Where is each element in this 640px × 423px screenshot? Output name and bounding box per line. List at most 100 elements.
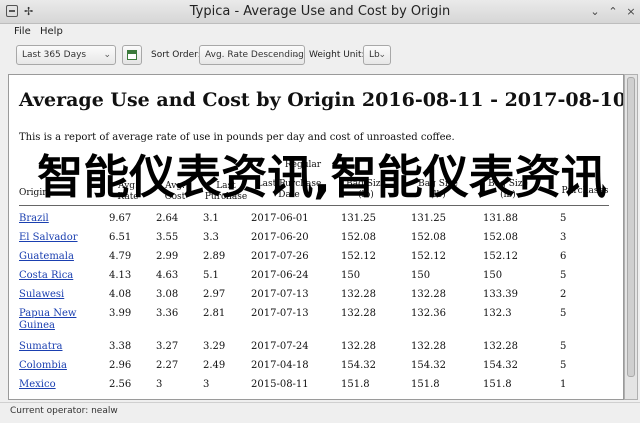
menu-bar: File Help (0, 24, 640, 42)
sort-order-label: Sort Order: (151, 50, 201, 60)
title-bar: ✢ Typica - Average Use and Cost by Origi… (0, 0, 640, 24)
table-cell: 2017-07-13 (251, 308, 309, 319)
table-cell: 3.55 (156, 232, 179, 243)
table-cell: 2017-06-20 (251, 232, 309, 243)
origin-link[interactable]: Brazil (19, 213, 83, 225)
table-cell: 2.89 (203, 251, 226, 262)
table-cell: 4.63 (156, 270, 179, 281)
table-cell: 5.1 (203, 270, 219, 281)
column-header-bag-size-1: Bag Size (lb) (346, 179, 386, 200)
sort-order-select[interactable]: Avg. Rate Descending ⌄ (199, 45, 305, 65)
sort-order-value: Avg. Rate Descending (205, 50, 304, 60)
calendar-button[interactable] (122, 45, 142, 65)
table-cell: 4.79 (109, 251, 132, 262)
table-cell: 154.32 (411, 360, 446, 371)
table-cell: 151.8 (341, 379, 370, 390)
table-cell: 2017-04-18 (251, 360, 309, 371)
chevron-down-icon: ⌄ (103, 50, 111, 60)
table-cell: 6 (560, 251, 567, 262)
table-cell: 3.38 (109, 341, 132, 352)
table-cell: 3.29 (203, 341, 226, 352)
close-icon[interactable]: × (624, 5, 638, 19)
origin-link[interactable]: Sulawesi (19, 289, 83, 301)
table-cell: 132.3 (483, 308, 512, 319)
header-divider (19, 205, 609, 206)
table-cell: 131.88 (483, 213, 518, 224)
origin-link[interactable]: Colombia (19, 360, 83, 372)
column-header-last-purchase-date: Last Purchase Date (256, 179, 322, 200)
table-cell: 3.27 (156, 341, 179, 352)
table-cell: 154.32 (341, 360, 376, 371)
vertical-scrollbar[interactable] (624, 74, 638, 400)
chevron-down-icon: ⌄ (292, 50, 300, 60)
table-cell: 2.81 (203, 308, 226, 319)
origin-link[interactable]: El Salvador (19, 232, 83, 244)
report-view[interactable]: Average Use and Cost by Origin 2016-08-1… (8, 74, 624, 400)
column-header-avg-rate: Avg. Rate (117, 181, 139, 202)
table-cell: 2017-07-24 (251, 341, 309, 352)
table-cell: 131.25 (341, 213, 376, 224)
table-cell: 132.28 (483, 341, 518, 352)
table-cell: 2.99 (156, 251, 179, 262)
table-cell: 5 (560, 360, 567, 371)
table-cell: 2015-08-11 (251, 379, 309, 390)
column-header-origin: Origin (19, 188, 48, 198)
date-range-select[interactable]: Last 365 Days ⌄ (16, 45, 116, 65)
table-cell: 3 (203, 379, 210, 390)
origin-link[interactable]: Papua New Guinea (19, 308, 83, 332)
table-cell: 2 (560, 289, 567, 300)
status-bar: Current operator: nealw (0, 402, 640, 423)
maximize-icon[interactable]: ⌃ (606, 5, 620, 19)
table-cell: 3.08 (156, 289, 179, 300)
table-cell: 132.36 (411, 308, 446, 319)
status-text: Current operator: nealw (10, 406, 118, 416)
column-header-avg-cost: Avg. Cost (164, 181, 186, 202)
report-description: This is a report of average rate of use … (19, 132, 455, 143)
table-cell: 132.28 (411, 289, 446, 300)
scrollbar-thumb[interactable] (627, 77, 635, 377)
table-cell: 132.28 (341, 308, 376, 319)
table-cell: 151.8 (411, 379, 440, 390)
table-cell: 151.8 (483, 379, 512, 390)
header-regular-fragment: Regular (284, 160, 322, 170)
menu-file[interactable]: File (14, 26, 31, 37)
table-cell: 3.36 (156, 308, 179, 319)
table-cell: 152.12 (341, 251, 376, 262)
table-cell: 133.39 (483, 289, 518, 300)
table-cell: 132.28 (411, 341, 446, 352)
table-cell: 3 (156, 379, 163, 390)
menu-help[interactable]: Help (40, 26, 63, 37)
column-header-bag-size-2: Bag Size (lb) (418, 179, 458, 200)
table-cell: 150 (483, 270, 503, 281)
table-cell: 5 (560, 213, 567, 224)
table-cell: 1 (560, 379, 567, 390)
origin-link[interactable]: Guatemala (19, 251, 83, 263)
toolbar: Last 365 Days ⌄ Sort Order: Avg. Rate De… (0, 42, 640, 72)
table-cell: 131.25 (411, 213, 446, 224)
table-cell: 152.08 (411, 232, 446, 243)
chevron-down-icon: ⌄ (378, 50, 386, 60)
table-cell: 9.67 (109, 213, 132, 224)
origin-link[interactable]: Mexico (19, 379, 83, 391)
column-header-bag-size-3: Bag Size (lb) (488, 179, 528, 200)
table-cell: 2.49 (203, 360, 226, 371)
table-cell: 6.51 (109, 232, 132, 243)
origin-link[interactable]: Costa Rica (19, 270, 83, 282)
weight-unit-label: Weight Unit: (309, 50, 365, 60)
table-cell: 2017-07-13 (251, 289, 309, 300)
table-cell: 2.64 (156, 213, 179, 224)
table-cell: 152.12 (483, 251, 518, 262)
origin-link[interactable]: Sumatra (19, 341, 83, 353)
table-cell: 2017-06-01 (251, 213, 309, 224)
table-cell: 5 (560, 308, 567, 319)
table-cell: 154.32 (483, 360, 518, 371)
minimize-icon[interactable]: ⌄ (588, 5, 602, 19)
weight-unit-select[interactable]: Lb ⌄ (363, 45, 391, 65)
calendar-icon (127, 50, 137, 60)
table-cell: 3 (560, 232, 567, 243)
table-cell: 3.3 (203, 232, 219, 243)
table-cell: 5 (560, 341, 567, 352)
table-cell: 132.28 (341, 341, 376, 352)
window-title: Typica - Average Use and Cost by Origin (189, 4, 451, 19)
table-cell: 4.13 (109, 270, 132, 281)
